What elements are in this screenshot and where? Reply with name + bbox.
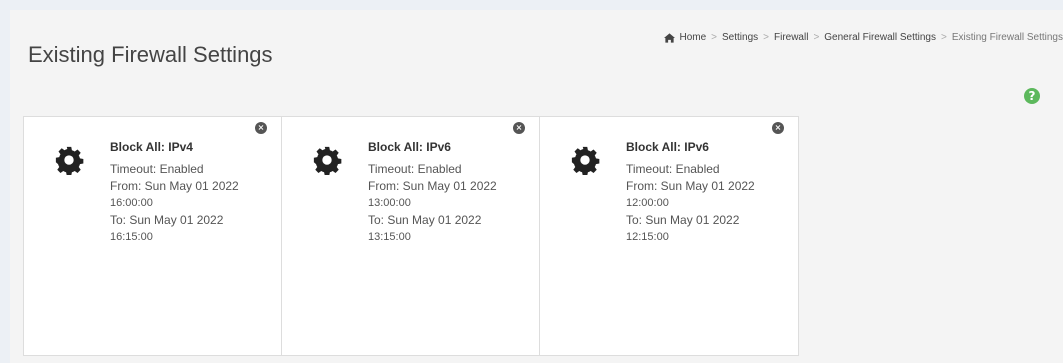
rule-name: Block All: IPv4 (110, 140, 193, 154)
rule-from-date: From: Sun May 01 2022 (368, 179, 497, 193)
gear-icon (55, 146, 84, 175)
close-icon[interactable]: × (255, 122, 267, 134)
rule-to-date: To: Sun May 01 2022 (626, 213, 740, 227)
breadcrumb-separator: > (941, 32, 947, 43)
content-area: Existing Firewall Settings Home > Settin… (10, 10, 1063, 363)
close-icon[interactable]: × (772, 122, 784, 134)
firewall-rule-card[interactable]: × Block All: IPv4 Timeout: Enabled From:… (24, 117, 282, 355)
rule-from-date: From: Sun May 01 2022 (110, 179, 239, 193)
gear-icon (313, 146, 342, 175)
gear-icon (571, 146, 600, 175)
breadcrumb-separator: > (763, 32, 769, 43)
close-icon[interactable]: × (513, 122, 525, 134)
rule-from-date: From: Sun May 01 2022 (626, 179, 755, 193)
firewall-rule-card[interactable]: × Block All: IPv6 Timeout: Enabled From:… (540, 117, 798, 355)
rule-to-time: 13:15:00 (368, 231, 411, 243)
rule-from-time: 12:00:00 (626, 197, 669, 209)
breadcrumb-separator: > (813, 32, 820, 43)
rule-from-time: 13:00:00 (368, 197, 411, 209)
rule-to-date: To: Sun May 01 2022 (110, 213, 224, 227)
breadcrumb: Home > Settings > Firewall > General Fir… (664, 32, 1063, 43)
firewall-rule-card[interactable]: × Block All: IPv6 Timeout: Enabled From:… (282, 117, 540, 355)
breadcrumb-separator: > (711, 32, 717, 43)
rule-to-time: 16:15:00 (110, 231, 153, 243)
help-icon[interactable]: ? (1024, 88, 1040, 104)
rule-from-time: 16:00:00 (110, 197, 153, 209)
breadcrumb-home[interactable]: Home (679, 32, 706, 43)
rule-details: Block All: IPv6 Timeout: Enabled From: S… (626, 139, 755, 246)
rule-timeout: Timeout: Enabled (110, 162, 204, 176)
rule-details: Block All: IPv4 Timeout: Enabled From: S… (110, 139, 239, 246)
breadcrumb-current: Existing Firewall Settings (951, 32, 1063, 43)
rule-name: Block All: IPv6 (368, 140, 451, 154)
breadcrumb-firewall[interactable]: Firewall (774, 32, 808, 43)
breadcrumb-settings[interactable]: Settings (722, 32, 758, 43)
rule-details: Block All: IPv6 Timeout: Enabled From: S… (368, 139, 497, 246)
rule-timeout: Timeout: Enabled (626, 162, 720, 176)
rule-name: Block All: IPv6 (626, 140, 709, 154)
rule-timeout: Timeout: Enabled (368, 162, 462, 176)
page-title: Existing Firewall Settings (28, 42, 273, 67)
firewall-rule-list: × Block All: IPv4 Timeout: Enabled From:… (23, 116, 799, 356)
home-icon (664, 32, 676, 43)
rule-to-time: 12:15:00 (626, 231, 669, 243)
breadcrumb-general-firewall-settings[interactable]: General Firewall Settings (824, 32, 936, 43)
rule-to-date: To: Sun May 01 2022 (368, 213, 482, 227)
